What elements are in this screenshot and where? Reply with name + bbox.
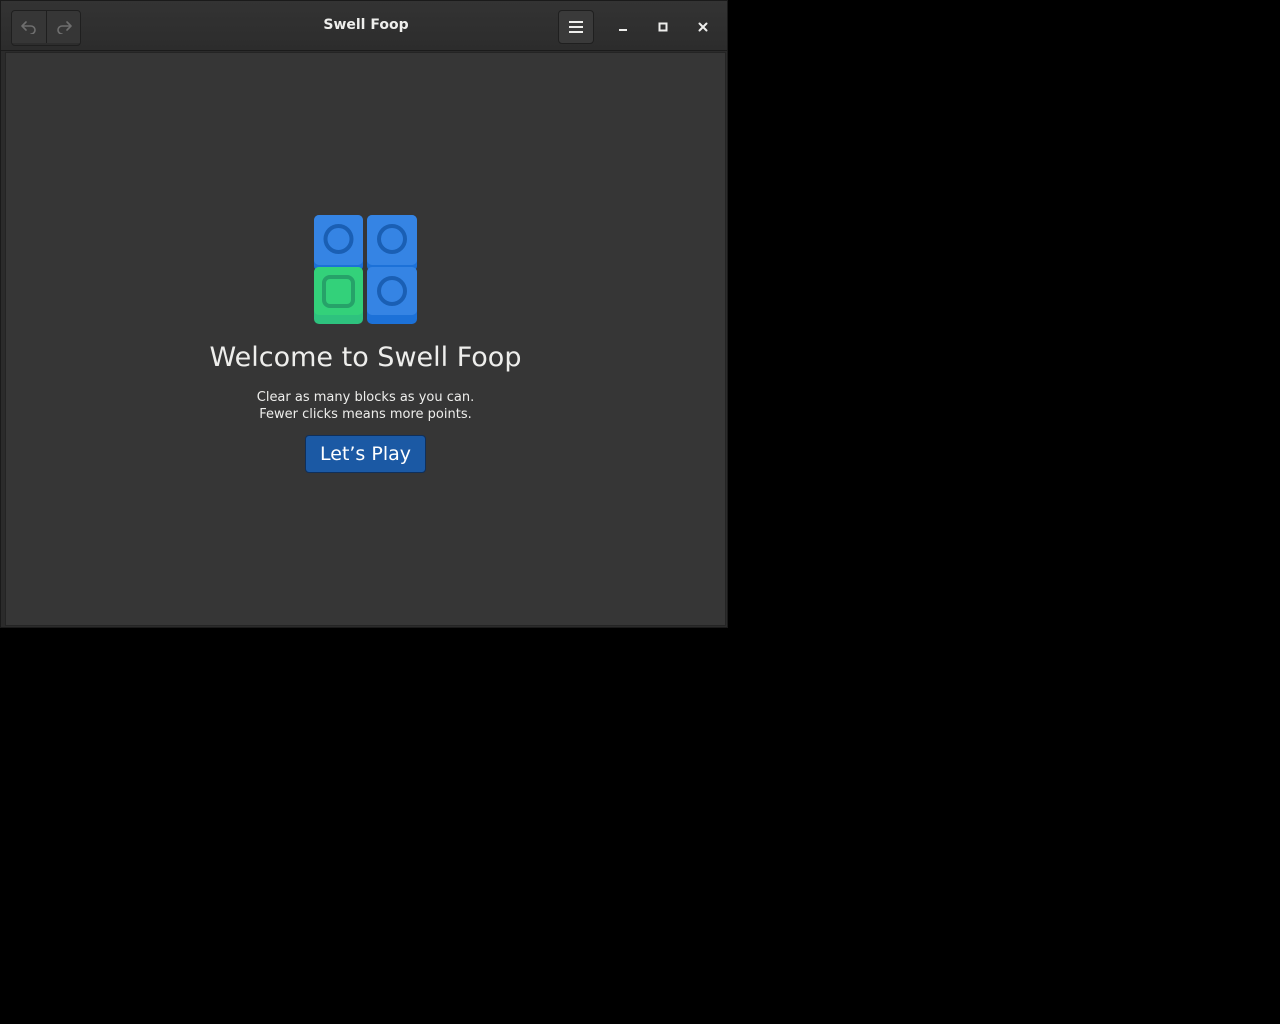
swell-foop-logo-icon bbox=[314, 215, 417, 324]
undo-button[interactable] bbox=[12, 11, 46, 43]
welcome-description-line-2: Fewer clicks means more points. bbox=[259, 407, 472, 422]
hamburger-menu-icon bbox=[569, 21, 583, 33]
minimize-icon bbox=[619, 29, 627, 31]
redo-icon bbox=[56, 21, 72, 34]
header-bar: Swell Foop bbox=[1, 1, 727, 51]
app-window: Swell Foop Welcome to Swell Foop Clear a… bbox=[0, 0, 728, 628]
welcome-title: Welcome to Swell Foop bbox=[209, 342, 522, 373]
redo-button[interactable] bbox=[46, 11, 80, 43]
history-button-group bbox=[11, 10, 81, 46]
minimize-button[interactable] bbox=[610, 14, 636, 40]
maximize-button[interactable] bbox=[650, 14, 676, 40]
welcome-description-line-1: Clear as many blocks as you can. bbox=[256, 390, 475, 405]
close-icon bbox=[698, 22, 708, 32]
welcome-view: Welcome to Swell Foop Clear as many bloc… bbox=[5, 52, 726, 626]
main-menu-button[interactable] bbox=[558, 10, 594, 44]
blue-block-icon bbox=[367, 267, 417, 324]
lets-play-button[interactable]: Let’s Play bbox=[305, 435, 426, 473]
green-block-icon bbox=[314, 267, 363, 324]
blue-block-icon bbox=[367, 215, 417, 271]
maximize-icon bbox=[658, 22, 668, 32]
undo-icon bbox=[21, 21, 36, 34]
close-button[interactable] bbox=[690, 14, 716, 40]
blue-block-icon bbox=[314, 215, 363, 271]
